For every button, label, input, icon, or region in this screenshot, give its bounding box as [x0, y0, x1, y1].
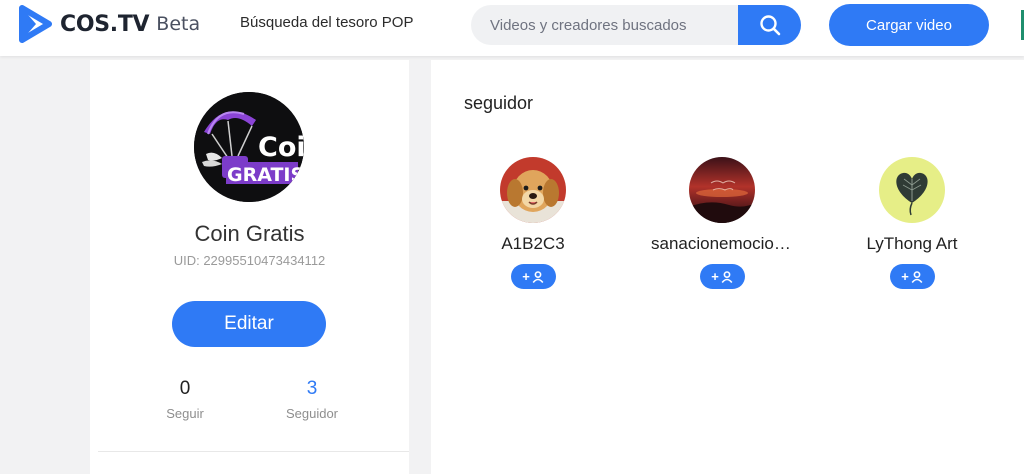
follower-name[interactable]: LyThong Art — [837, 234, 987, 254]
follower-avatar[interactable] — [500, 157, 566, 223]
search-bar — [471, 5, 801, 45]
profile-name: Coin Gratis — [194, 221, 305, 246]
follow-button[interactable]: + — [889, 264, 935, 289]
section-title: seguidor — [464, 93, 534, 113]
followers-label: Seguidor — [285, 406, 339, 421]
profile-avatar[interactable]: Coin GRATIS — [194, 92, 304, 202]
plus-text: + — [711, 269, 719, 284]
sunset-avatar-image — [689, 157, 755, 223]
followers-stat[interactable]: 3 Seguidor — [252, 378, 372, 421]
profile-uid: UID: 22995510473434112 — [173, 253, 326, 268]
followers-panel: seguidor A1B2C3 + sanacionemocional + Ly… — [431, 60, 1024, 474]
profile-card: Coin GRATIS Coin Gratis UID: 22995510473… — [90, 60, 409, 474]
follower-card: A1B2C3 + — [458, 157, 608, 289]
search-icon — [759, 15, 780, 36]
follower-avatar[interactable] — [879, 157, 945, 223]
follower-name[interactable]: A1B2C3 — [458, 234, 608, 254]
edit-profile-button[interactable]: Editar — [172, 301, 326, 347]
following-count: 0 — [179, 378, 191, 399]
add-user-icon — [721, 270, 733, 283]
logo-text: COS.TV — [60, 11, 150, 37]
heart-leaf-avatar-image — [879, 157, 945, 223]
follower-avatar[interactable] — [689, 157, 755, 223]
search-input[interactable] — [471, 5, 739, 45]
plus-text: + — [901, 269, 909, 284]
following-label: Seguir — [166, 406, 204, 421]
follow-button[interactable]: + — [699, 264, 745, 289]
add-user-icon — [911, 270, 923, 283]
play-logo-icon — [19, 5, 52, 43]
logo-beta-badge: Beta — [156, 13, 201, 35]
coin-parachute-logo-image: Coin GRATIS — [194, 92, 304, 202]
avatar-coin-text: Coin — [258, 132, 304, 163]
puppy-avatar-image — [500, 157, 566, 223]
card-divider — [98, 451, 409, 452]
search-button[interactable] — [738, 5, 801, 45]
follower-card: sanacionemocional + — [647, 157, 797, 289]
follower-name[interactable]: sanacionemocional — [647, 234, 797, 254]
avatar-gratis-text: GRATIS — [227, 164, 304, 186]
followers-count: 3 — [306, 378, 318, 399]
follower-card: LyThong Art + — [837, 157, 987, 289]
logo[interactable]: COS.TV Beta — [18, 4, 200, 44]
nav-treasure-hunt-link[interactable]: Búsqueda del tesoro POP — [240, 14, 413, 31]
top-bar: COS.TV Beta Búsqueda del tesoro POP Carg… — [0, 0, 1024, 56]
follow-button[interactable]: + — [510, 264, 556, 289]
following-stat[interactable]: 0 Seguir — [125, 378, 245, 421]
upload-video-button[interactable]: Cargar video — [829, 4, 989, 46]
add-user-icon — [532, 270, 544, 283]
plus-text: + — [522, 269, 530, 284]
